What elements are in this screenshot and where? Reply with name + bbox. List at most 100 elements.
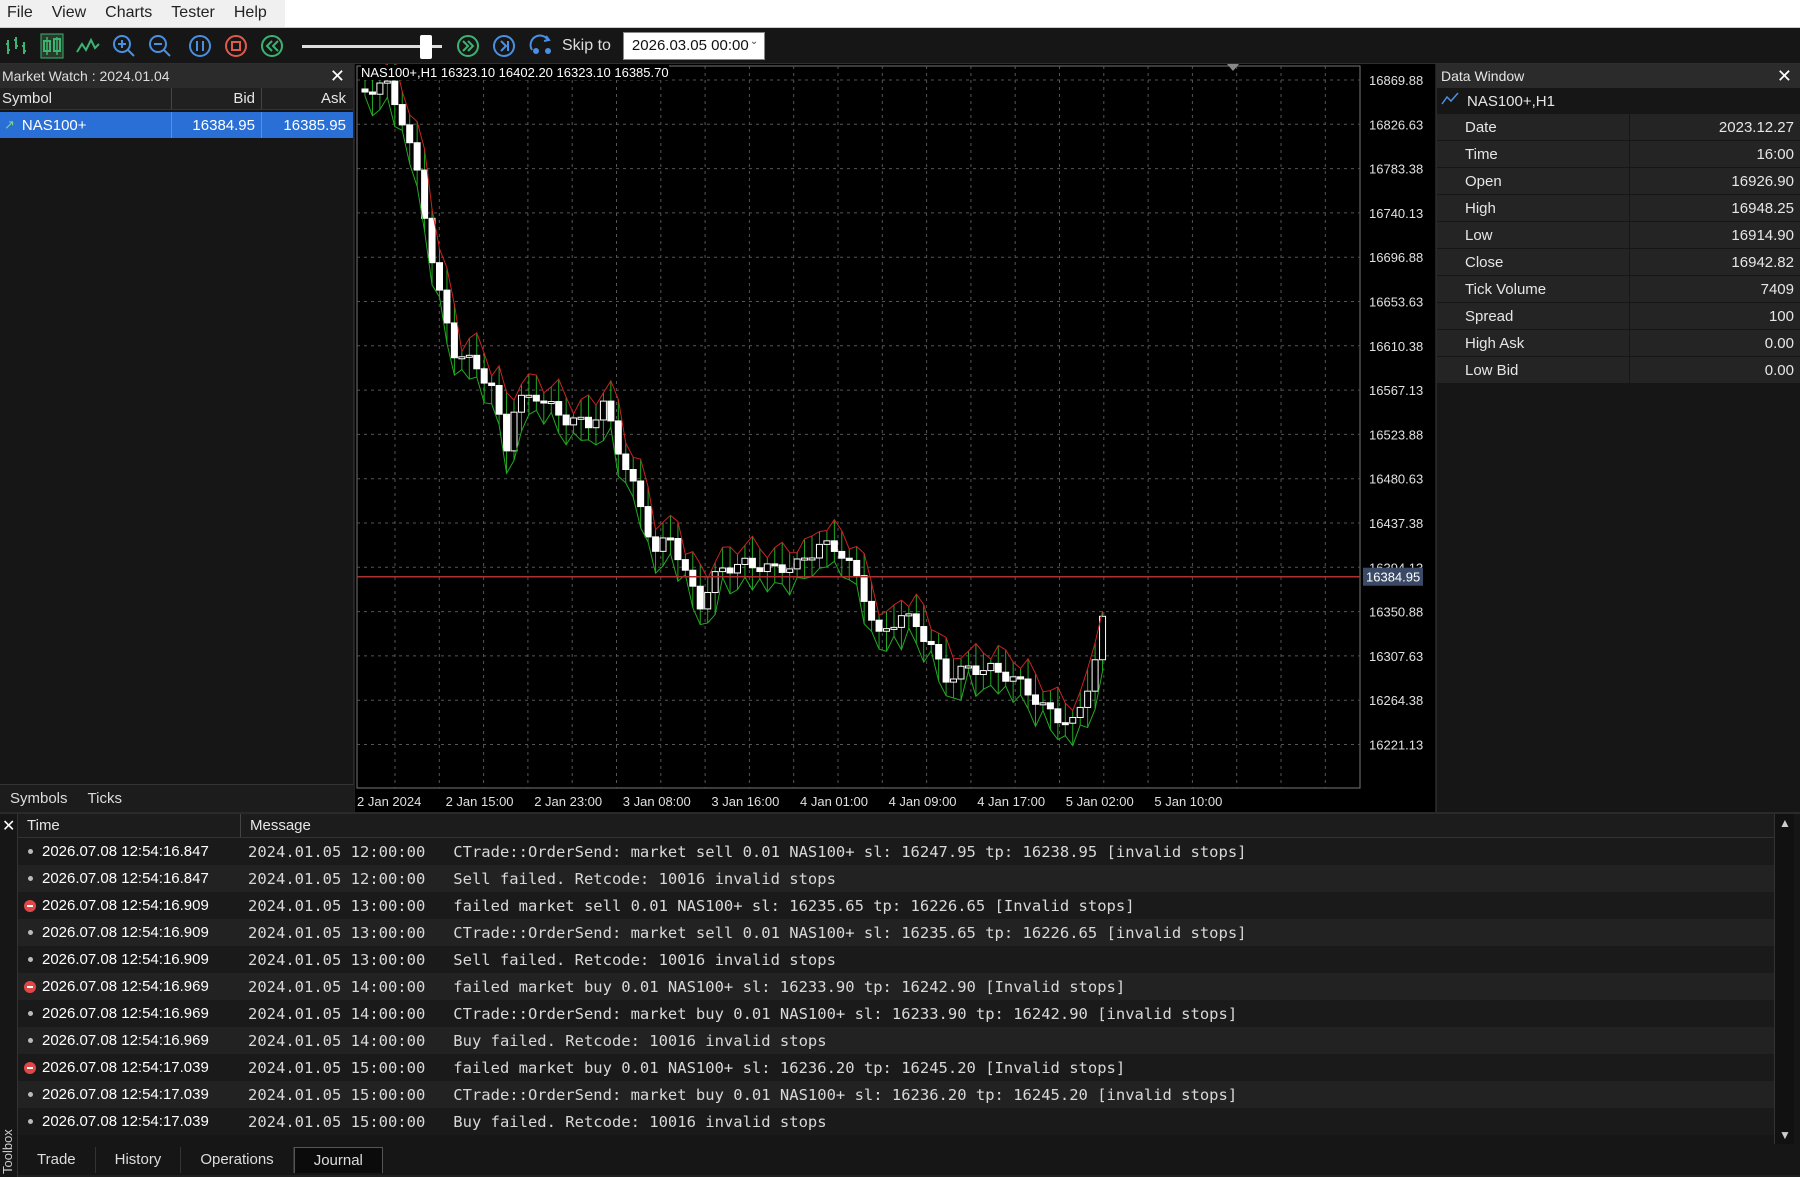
fast-forward-icon[interactable] (452, 31, 484, 61)
menu-file[interactable]: File (0, 0, 45, 27)
journal-row[interactable]: 2026.07.08 12:54:17.039 2024.01.05 15:00:… (18, 1054, 1774, 1081)
toolbox-side-bar: ✕ Toolbox (0, 814, 18, 1177)
price-axis-label: 16221.13 (1369, 738, 1423, 753)
candle-body (644, 506, 652, 538)
candle-body (555, 401, 563, 416)
slider-thumb[interactable] (420, 34, 432, 59)
data-key: High (1437, 195, 1630, 221)
tab-ticks[interactable]: Ticks (78, 785, 132, 812)
tab-trade[interactable]: Trade (18, 1147, 96, 1173)
journal-row[interactable]: 2026.07.08 12:54:16.909 2024.01.05 13:00:… (18, 919, 1774, 946)
candle-chart-icon[interactable] (36, 31, 68, 61)
journal-scrollbar[interactable]: ▲ ▼ (1774, 814, 1794, 1144)
data-window-title: Data Window (1441, 68, 1525, 84)
rewind-icon[interactable] (256, 31, 288, 61)
journal-row[interactable]: 2026.07.08 12:54:16.847 2024.01.05 12:00:… (18, 865, 1774, 892)
chevron-down-icon[interactable]: ⌄ (750, 36, 762, 56)
price-chart[interactable]: 16869.88 16826.63 16783.38 16740.13 16696.88… (355, 64, 1435, 812)
column-time[interactable]: Time (18, 814, 241, 837)
close-icon[interactable]: ✕ (1777, 66, 1792, 87)
stop-icon[interactable] (220, 31, 252, 61)
candle-body (659, 537, 667, 552)
journal-message: 2024.01.05 14:00:00 CTrade::OrderSend: m… (248, 1004, 1238, 1023)
candle-body (734, 563, 741, 574)
tab-history[interactable]: History (96, 1147, 182, 1173)
data-key: Close (1437, 249, 1630, 275)
column-symbol[interactable]: Symbol (0, 88, 172, 109)
skip-to-icon[interactable] (528, 30, 556, 61)
journal-message: 2024.01.05 12:00:00 Sell failed. Retcode… (248, 869, 836, 888)
trend-up-icon: ↗ (4, 117, 15, 132)
candle-body (361, 88, 369, 93)
candle-body (868, 600, 876, 621)
skip-to-label: Skip to (562, 36, 611, 54)
journal-header: Time Message (18, 814, 1774, 838)
journal-row[interactable]: 2026.07.08 12:54:16.969 2024.01.05 14:00:… (18, 1000, 1774, 1027)
time-axis-label: 2 Jan 15:00 (446, 794, 514, 809)
journal-row[interactable]: 2026.07.08 12:54:16.969 2024.01.05 14:00:… (18, 973, 1774, 1000)
journal-row[interactable]: 2026.07.08 12:54:16.847 2024.01.05 12:00:… (18, 838, 1774, 865)
zoom-out-icon[interactable] (144, 31, 176, 61)
price-axis-label: 16307.63 (1369, 649, 1423, 664)
candle-body (436, 262, 443, 291)
data-row: Time 16:00 (1437, 141, 1800, 168)
tab-operations[interactable]: Operations (181, 1147, 294, 1173)
journal-row[interactable]: 2026.07.08 12:54:17.039 2024.01.05 15:00:… (18, 1108, 1774, 1135)
candle-body (503, 413, 511, 452)
data-row: Tick Volume 7409 (1437, 276, 1800, 303)
journal-row[interactable]: 2026.07.08 12:54:17.039 2024.01.05 15:00:… (18, 1081, 1774, 1108)
tab-symbols[interactable]: Symbols (0, 785, 78, 812)
data-row: Low 16914.90 (1437, 222, 1800, 249)
candle-body (458, 356, 466, 360)
column-bid[interactable]: Bid (172, 88, 262, 109)
toolbox-tabs: Trade History Operations Journal (18, 1147, 383, 1173)
candle-body (570, 417, 578, 426)
data-value: 16914.90 (1630, 222, 1800, 248)
scroll-up-icon[interactable]: ▲ (1779, 816, 1791, 830)
price-axis-label: 16826.63 (1369, 117, 1423, 132)
zoom-in-icon[interactable] (108, 31, 140, 61)
data-key: Low Bid (1437, 357, 1630, 383)
market-watch-row[interactable]: ↗ NAS100+ 16384.95 16385.95 (0, 112, 353, 138)
error-icon (18, 899, 42, 912)
column-ask[interactable]: Ask (262, 88, 352, 109)
candle-body (1069, 717, 1077, 724)
time-axis-label: 5 Jan 02:00 (1066, 794, 1134, 809)
journal-message: 2024.01.05 12:00:00 CTrade::OrderSend: m… (248, 842, 1247, 861)
candle-body (704, 592, 712, 610)
scroll-down-icon[interactable]: ▼ (1779, 1128, 1791, 1142)
line-chart-icon[interactable] (72, 31, 104, 61)
journal-time: 2026.07.08 12:54:16.909 (42, 897, 209, 914)
column-message[interactable]: Message (241, 814, 311, 837)
data-value: 2023.12.27 (1630, 114, 1800, 140)
bar-chart-icon[interactable] (0, 31, 32, 61)
journal-row[interactable]: 2026.07.08 12:54:16.909 2024.01.05 13:00:… (18, 892, 1774, 919)
pause-icon[interactable] (184, 31, 216, 61)
candle-body (1032, 694, 1039, 705)
next-icon[interactable] (488, 31, 520, 61)
close-icon[interactable]: ✕ (330, 66, 345, 87)
menu-view[interactable]: View (45, 0, 98, 27)
market-watch-tabs: Symbols Ticks (0, 784, 354, 812)
candle-body (1002, 671, 1010, 682)
journal-row[interactable]: 2026.07.08 12:54:16.909 2024.01.05 13:00:… (18, 946, 1774, 973)
market-watch-title: Market Watch : 2024.01.04 (2, 68, 170, 84)
candle-body (666, 537, 674, 541)
close-icon[interactable]: ✕ (2, 816, 15, 836)
candle-body (1099, 615, 1107, 661)
journal-row[interactable]: 2026.07.08 12:54:16.969 2024.01.05 14:00:… (18, 1027, 1774, 1054)
candle-body (853, 559, 861, 577)
tab-journal[interactable]: Journal (293, 1147, 383, 1173)
skip-to-date-field[interactable]: 2026.03.05 00:00 ⌄ (622, 31, 765, 60)
candle-body (681, 559, 689, 571)
candle-body (801, 557, 809, 561)
candle-body (920, 626, 928, 642)
menu-help[interactable]: Help (227, 0, 279, 27)
candle-body (1076, 706, 1084, 719)
journal-rows: 2026.07.08 12:54:16.847 2024.01.05 12:00:… (18, 838, 1774, 1135)
journal-message: 2024.01.05 15:00:00 Buy failed. Retcode:… (248, 1112, 827, 1131)
menu-tester[interactable]: Tester (164, 0, 227, 27)
speed-slider[interactable] (302, 31, 442, 61)
candle-body (1046, 702, 1054, 710)
menu-charts[interactable]: Charts (98, 0, 164, 27)
